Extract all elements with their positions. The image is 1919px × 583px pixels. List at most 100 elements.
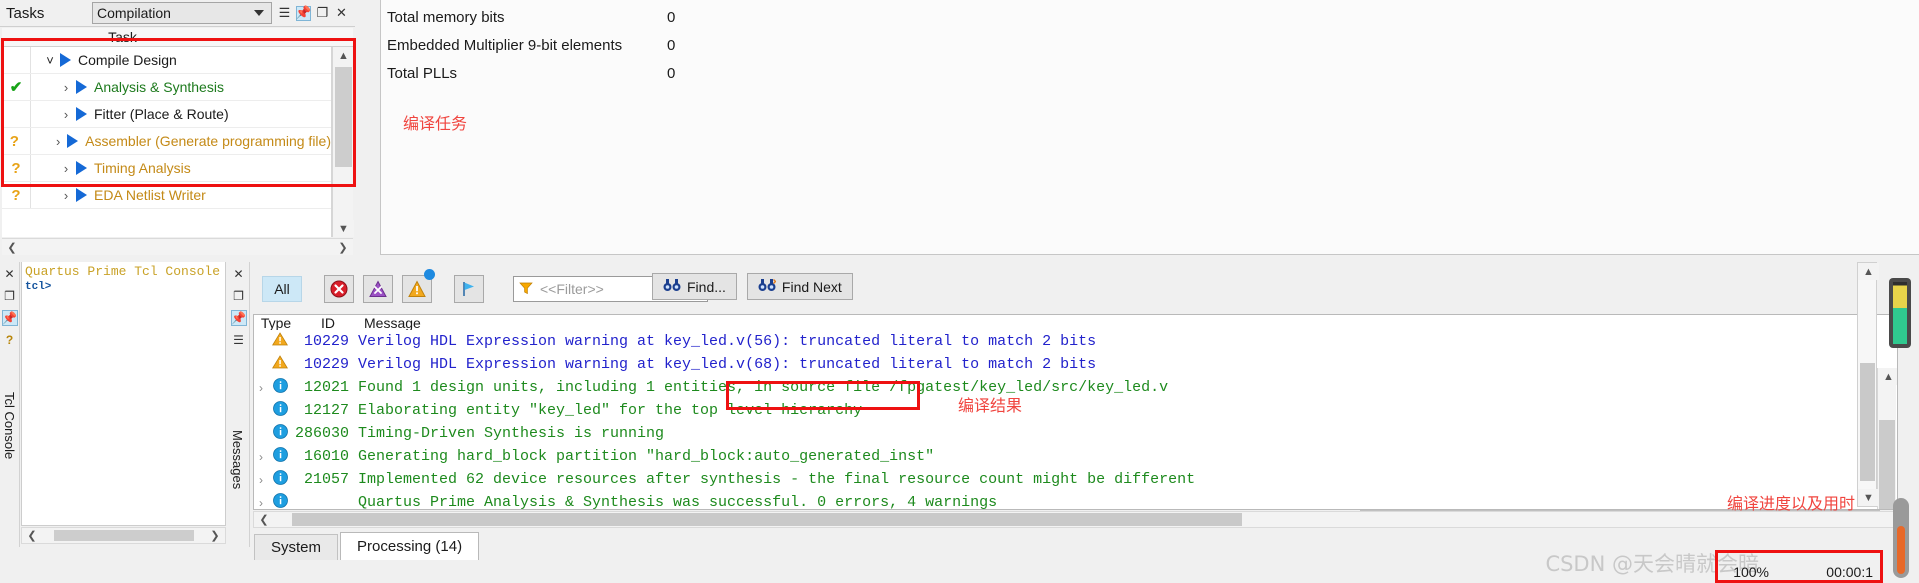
hamburger-icon[interactable]: ☰ <box>231 332 247 348</box>
scroll-right-icon[interactable]: ❯ <box>205 529 225 542</box>
close-icon[interactable]: ✕ <box>2 266 18 282</box>
help-icon[interactable]: ? <box>2 332 18 348</box>
scroll-left-icon[interactable]: ❮ <box>22 529 42 542</box>
task-tree[interactable]: ˅ Compile Design ✔ › Analysis & Synthesis › Fi… <box>2 47 332 237</box>
temperature-gauge-icon <box>1893 498 1909 578</box>
scroll-up-icon[interactable]: ▲ <box>1858 263 1879 280</box>
task-row[interactable]: › Fitter (Place & Route) <box>2 101 331 128</box>
task-row[interactable]: ? › Assembler (Generate programming file) <box>2 128 331 155</box>
summary-label: Embedded Multiplier 9-bit elements <box>387 37 623 54</box>
message-row[interactable]: › Quartus Prime Analysis & Synthesis was … <box>254 491 1897 510</box>
chevron-right-icon[interactable]: › <box>58 80 74 95</box>
scroll-down-icon[interactable]: ▼ <box>1858 489 1879 506</box>
task-row[interactable]: ˅ Compile Design <box>2 47 331 74</box>
summary-row: Total PLLs 0 <box>387 65 727 82</box>
restore-icon[interactable]: ❐ <box>315 5 330 21</box>
flag-icon[interactable] <box>454 275 484 303</box>
annotation-progress: 编译进度以及用时 <box>1727 494 1856 513</box>
error-icon[interactable] <box>324 275 354 303</box>
tasks-panel-title: Tasks <box>6 4 45 22</box>
tasks-vertical-scrollbar[interactable]: ▲ ▼ <box>332 47 354 237</box>
binoculars-icon <box>663 278 681 295</box>
tab-processing[interactable]: Processing (14) <box>340 532 480 560</box>
messages-horizontal-scrollbar[interactable]: ❮ <box>253 511 1898 528</box>
task-row[interactable]: ? › Timing Analysis <box>2 155 331 182</box>
expand-chevron-icon[interactable]: › <box>254 473 268 487</box>
restore-icon[interactable]: ❐ <box>231 288 247 304</box>
task-row[interactable]: ✔ › Analysis & Synthesis <box>2 74 331 101</box>
restore-icon[interactable]: ❐ <box>2 288 18 304</box>
pin-icon[interactable]: 📌 <box>295 5 312 21</box>
message-row[interactable]: 12127 Elaborating entity "key_led" for th… <box>254 399 1897 422</box>
header-type: Type <box>260 315 292 330</box>
expand-chevron-icon[interactable]: › <box>254 450 268 464</box>
find-button[interactable]: Find... <box>652 273 737 300</box>
close-icon[interactable]: ✕ <box>231 266 247 282</box>
scrollbar-thumb[interactable] <box>53 530 194 541</box>
tasks-horizontal-scrollbar[interactable]: ❮ ❯ <box>2 238 353 255</box>
run-task-icon[interactable] <box>60 53 71 67</box>
chevron-down-icon[interactable]: ˅ <box>42 53 58 68</box>
scroll-up-icon[interactable]: ▲ <box>1878 368 1897 385</box>
expand-chevron-icon[interactable]: › <box>254 496 268 510</box>
hamburger-icon[interactable]: ☰ <box>277 5 292 21</box>
scroll-up-icon[interactable]: ▲ <box>333 47 354 64</box>
filter-all-button[interactable]: All <box>262 276 302 302</box>
find-next-button-label: Find Next <box>781 278 842 295</box>
tcl-console-output[interactable]: Quartus Prime Tcl Console tcl> <box>21 262 226 526</box>
scroll-left-icon[interactable]: ❮ <box>2 241 22 254</box>
run-task-icon[interactable] <box>76 188 87 202</box>
summary-label: Total PLLs <box>387 65 458 82</box>
message-row[interactable]: › 12021 Found 1 design units, including 1 … <box>254 376 1897 399</box>
run-task-icon[interactable] <box>67 134 79 148</box>
message-row[interactable]: 10229 Verilog HDL Expression warning at k… <box>254 353 1897 376</box>
scroll-right-icon[interactable]: ❯ <box>333 241 353 254</box>
tab-system[interactable]: System <box>254 534 339 560</box>
cell-divider <box>30 74 31 100</box>
warning-icon[interactable] <box>402 269 435 303</box>
messages-vertical-scrollbar[interactable]: ▲ ▼ <box>1877 368 1897 509</box>
chevron-right-icon[interactable]: › <box>58 161 74 176</box>
message-id: 10229 <box>303 333 349 350</box>
messages-table[interactable]: Type ID Message 10229 Verilog HDL Express… <box>253 314 1898 510</box>
scroll-down-icon[interactable]: ▼ <box>333 220 354 237</box>
pin-icon[interactable]: 📌 <box>230 310 247 326</box>
close-icon[interactable]: ✕ <box>334 5 349 21</box>
editor-vertical-scrollbar[interactable]: ▲ ▼ <box>1857 262 1879 507</box>
messages-panel: All <<Filter>> Find... Find Next Type ID… <box>252 262 1919 583</box>
scrollbar-thumb[interactable] <box>335 67 352 167</box>
cell-divider <box>30 128 31 154</box>
message-id: 12127 <box>303 402 349 419</box>
scrollbar-thumb[interactable] <box>1860 363 1875 481</box>
header-id: ID <box>321 315 335 330</box>
expand-chevron-icon[interactable]: › <box>254 381 268 395</box>
chevron-down-icon <box>254 10 264 16</box>
compilation-summary-panel: Total memory bits 0 Embedded Multiplier … <box>380 0 1919 255</box>
tcl-console-prompt[interactable]: tcl> <box>22 279 225 295</box>
chevron-right-icon[interactable]: › <box>51 134 65 149</box>
run-task-icon[interactable] <box>76 107 87 121</box>
flow-select[interactable]: Compilation <box>92 2 272 24</box>
temperature-gauge-fill <box>1897 526 1905 574</box>
chevron-right-icon[interactable]: › <box>58 188 74 203</box>
scrollbar-thumb[interactable] <box>1879 420 1895 509</box>
chevron-right-icon[interactable]: › <box>58 107 74 122</box>
scroll-left-icon[interactable]: ❮ <box>254 513 274 526</box>
pin-icon[interactable]: 📌 <box>1 310 18 326</box>
scrollbar-thumb[interactable] <box>292 513 1242 526</box>
task-row[interactable]: ? › EDA Netlist Writer <box>2 182 331 209</box>
flow-select-value: Compilation <box>97 5 171 21</box>
critical-warning-icon[interactable] <box>363 275 393 303</box>
message-row[interactable]: 10229 Verilog HDL Expression warning at k… <box>254 330 1897 353</box>
message-row[interactable]: › 16010 Generating hard_block partition "h… <box>254 445 1897 468</box>
task-status-unknown-icon: ? <box>11 186 21 204</box>
message-row[interactable]: › 21057 Implemented 62 device resources af… <box>254 468 1897 491</box>
run-task-icon[interactable] <box>76 80 87 94</box>
message-row[interactable]: 286030 Timing-Driven Synthesis is running <box>254 422 1897 445</box>
run-task-icon[interactable] <box>76 161 87 175</box>
find-next-button[interactable]: Find Next <box>746 273 853 300</box>
tcl-horizontal-scrollbar[interactable]: ❮ ❯ <box>21 527 226 544</box>
summary-row: Embedded Multiplier 9-bit elements 0 <box>387 37 727 54</box>
warning-icon <box>268 332 292 351</box>
message-text: Found 1 design units, including 1 entiti… <box>358 379 1169 396</box>
